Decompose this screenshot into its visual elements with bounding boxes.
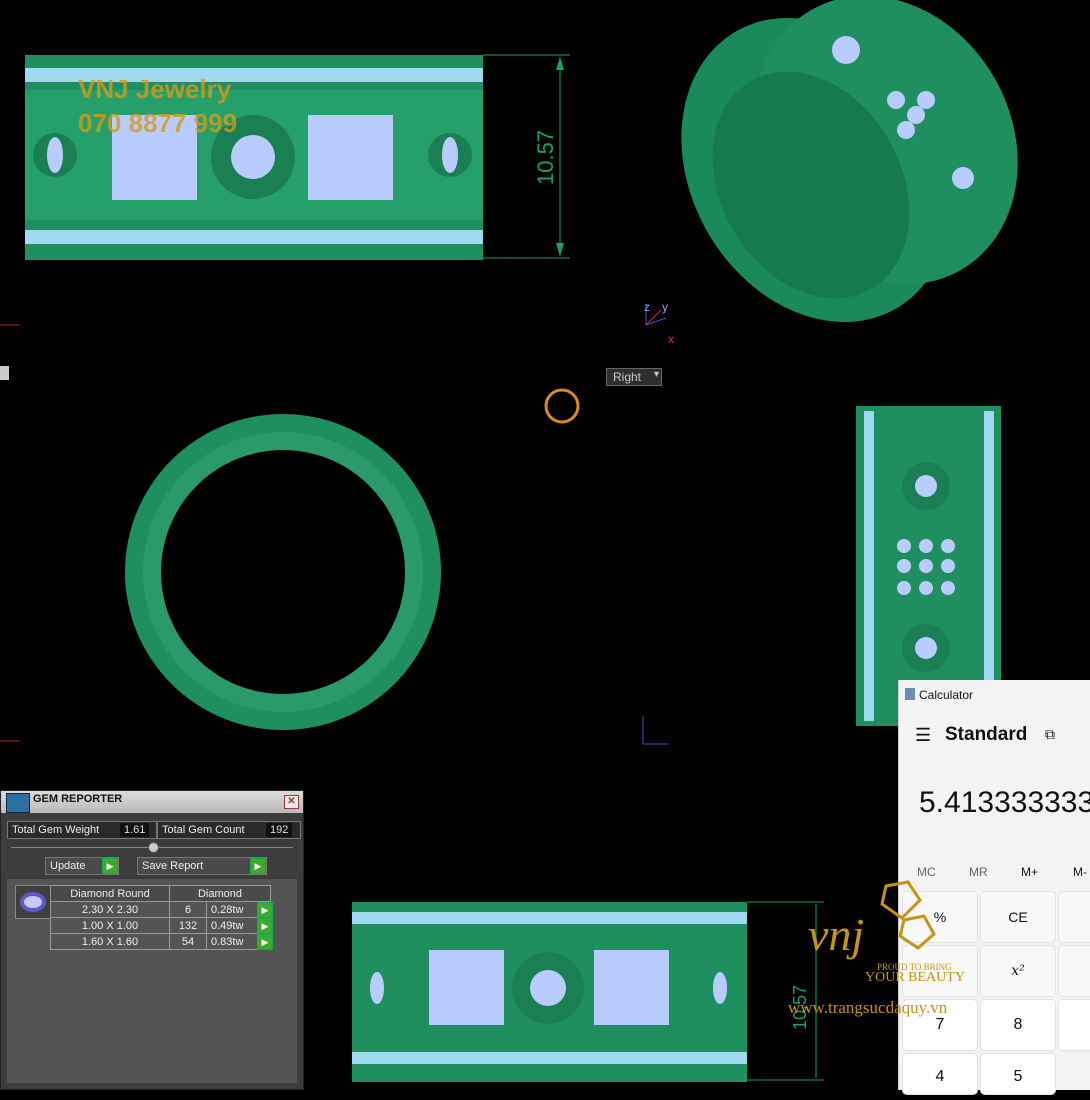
total-weight-value: 1.61	[120, 823, 150, 837]
gem-reporter-title: GEM REPORTER	[33, 793, 123, 805]
m-minus-button[interactable]: M-	[1073, 865, 1087, 879]
calculator-title: Calculator	[919, 688, 974, 702]
viewport-dropdown[interactable]	[0, 366, 9, 380]
logo-text: vnj	[808, 909, 865, 960]
table-row: 1.60 X 1.60 54 0.83tw	[50, 933, 271, 950]
axis-label-y: y	[662, 300, 668, 314]
square-button[interactable]: x²	[981, 946, 1055, 996]
gem-table-header-material: Diamond	[169, 885, 271, 902]
view-selector[interactable]: Right ▾	[606, 368, 662, 386]
watermark-brand-name: VNJ Jewelry	[78, 74, 232, 104]
total-count-field: Total Gem Count 192	[157, 821, 301, 839]
play-icon: ▶	[250, 858, 266, 874]
gem-totals-row: Total Gem Weight 1.61 Total Gem Count 19…	[7, 821, 301, 839]
viewport-front[interactable]: 10.57 VNJ Jewelry 070 8877 999	[0, 0, 602, 362]
play-icon: ▶	[102, 858, 118, 874]
backspace-button[interactable]	[1059, 892, 1090, 942]
gem-size: 2.30 X 2.30	[50, 901, 170, 918]
gem-reporter-titlebar[interactable]: GEM REPORTER ✕	[1, 791, 303, 813]
viewport-perspective[interactable]: z y x	[606, 0, 1090, 362]
total-weight-label: Total Gem Weight	[12, 824, 100, 836]
digit-4-button[interactable]: 4	[903, 1054, 977, 1094]
gem-table-header-shape: Diamond Round	[50, 885, 170, 902]
total-count-value: 192	[266, 823, 293, 837]
collapse-handle[interactable]	[148, 842, 159, 853]
sqrt-button[interactable]	[1059, 946, 1090, 996]
ce-button[interactable]: CE	[981, 892, 1055, 942]
gem-table: Diamond Round Diamond 2.30 X 2.30 6 0.28…	[50, 885, 271, 950]
row-play-icon[interactable]: ▶	[257, 902, 273, 918]
watermark-phone: 070 8877 999	[78, 108, 238, 138]
close-icon[interactable]: ✕	[284, 795, 299, 809]
gem-count: 6	[169, 901, 207, 918]
digit-9-button[interactable]	[1059, 1000, 1090, 1050]
axis-label-z: z	[644, 300, 650, 314]
save-report-button[interactable]: Save Report ▶	[137, 857, 267, 875]
diamond-round-icon	[15, 885, 51, 919]
axis-label-x: x	[668, 332, 674, 346]
keep-on-top-icon[interactable]: ⧉	[1045, 726, 1055, 743]
hamburger-menu-icon[interactable]: ☰	[915, 725, 931, 746]
gem-count: 54	[169, 933, 207, 950]
ring-front-render	[0, 54, 570, 326]
gem-reporter-icon	[6, 793, 30, 813]
digit-5-button[interactable]: 5	[981, 1054, 1055, 1094]
calculator-mode: Standard	[945, 724, 1028, 745]
vnj-logo: vnj	[808, 878, 938, 968]
gem-list-area: Diamond Round Diamond 2.30 X 2.30 6 0.28…	[7, 879, 297, 1083]
mc-button[interactable]: MC	[917, 865, 936, 879]
view-selector-label: Right	[613, 370, 642, 384]
digit-8-button[interactable]: 8	[981, 1000, 1055, 1050]
ring-top-render	[0, 388, 580, 742]
mr-button[interactable]: MR	[969, 865, 988, 879]
viewport-top[interactable]	[0, 366, 602, 764]
gem-count: 132	[169, 917, 207, 934]
watermark-brand: VNJ Jewelry 070 8877 999	[78, 72, 237, 140]
gem-reporter-panel: GEM REPORTER ✕ Total Gem Weight 1.61 Tot…	[0, 790, 304, 1090]
m-plus-button[interactable]: M+	[1021, 865, 1038, 879]
total-weight-field: Total Gem Weight 1.61	[7, 821, 157, 839]
front-dimension-label: 10.57	[533, 129, 558, 185]
gem-size: 1.00 X 1.00	[50, 917, 170, 934]
table-row: 1.00 X 1.00 132 0.49tw	[50, 917, 271, 934]
watermark-url: www.trangsucdaquy.vn	[788, 998, 948, 1017]
calculator-display: 5.41333333333	[919, 786, 1090, 819]
row-play-icon[interactable]: ▶	[257, 918, 273, 934]
chevron-down-icon: ▾	[653, 369, 659, 380]
save-report-button-label: Save Report	[142, 860, 204, 872]
table-row: 2.30 X 2.30 6 0.28tw	[50, 901, 271, 918]
slogan: YOUR BEAUTY	[865, 970, 965, 985]
ring-perspective-render	[645, 0, 1018, 326]
update-button-label: Update	[50, 860, 86, 872]
row-play-icon[interactable]: ▶	[257, 934, 273, 950]
calculator-app-icon	[905, 688, 915, 700]
gem-size: 1.60 X 1.60	[50, 933, 170, 950]
update-button[interactable]: Update ▶	[45, 857, 119, 875]
total-count-label: Total Gem Count	[162, 824, 245, 836]
